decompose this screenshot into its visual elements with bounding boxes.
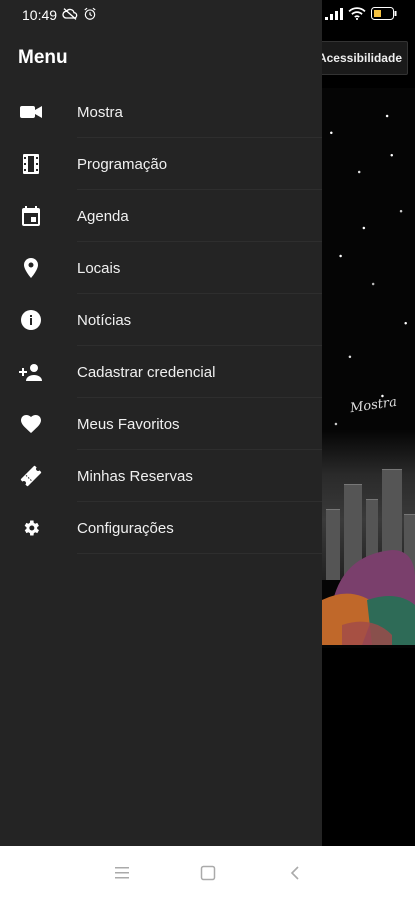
menu-item-meus-favoritos[interactable]: Meus Favoritos: [0, 398, 322, 450]
battery-icon: [371, 7, 397, 23]
back-chevron-icon[interactable]: [283, 861, 307, 885]
divider: [77, 553, 322, 554]
menu-item-label: Meus Favoritos: [77, 415, 180, 433]
menu-item-mostra[interactable]: Mostra: [0, 86, 322, 138]
menu-item-noticias[interactable]: Notícias: [0, 294, 322, 346]
heart-icon: [19, 412, 43, 436]
system-navigation-bar: [0, 846, 415, 900]
home-square-icon[interactable]: [196, 861, 220, 885]
menu-item-configuracoes[interactable]: Configurações: [0, 502, 322, 554]
status-bar: 10:49: [0, 0, 415, 30]
alarm-icon: [83, 7, 97, 24]
ticket-icon: [19, 464, 43, 488]
menu-item-label: Cadastrar credencial: [77, 363, 216, 381]
menu-list: Mostra Programação Agenda Locais Notícia…: [0, 86, 322, 554]
signal-icon: [325, 7, 343, 23]
menu-item-cadastrar-credencial[interactable]: Cadastrar credencial: [0, 346, 322, 398]
menu-item-programacao[interactable]: Programação: [0, 138, 322, 190]
film-strip-icon: [19, 152, 43, 176]
location-pin-icon: [19, 256, 43, 280]
videocam-icon: [19, 100, 43, 124]
person-add-icon: [19, 360, 43, 384]
colorful-graphic: [322, 550, 415, 645]
menu-item-label: Minhas Reservas: [77, 467, 193, 485]
info-icon: [19, 308, 43, 332]
menu-item-agenda[interactable]: Agenda: [0, 190, 322, 242]
menu-item-label: Configurações: [77, 519, 174, 537]
menu-item-label: Programação: [77, 155, 168, 173]
cloud-off-icon: [62, 7, 78, 24]
clock: 10:49: [22, 7, 58, 23]
menu-item-label: Agenda: [77, 207, 129, 225]
accessibility-button[interactable]: Acessibilidade: [316, 41, 408, 75]
gear-icon: [19, 516, 43, 540]
menu-item-label: Notícias: [77, 311, 132, 329]
calendar-icon: [19, 204, 43, 228]
menu-item-minhas-reservas[interactable]: Minhas Reservas: [0, 450, 322, 502]
navigation-drawer: Menu Mostra Programação Agenda Locais No…: [0, 0, 322, 846]
menu-icon[interactable]: [110, 861, 134, 885]
menu-item-locais[interactable]: Locais: [0, 242, 322, 294]
menu-item-label: Locais: [77, 259, 121, 277]
wifi-icon: [348, 7, 366, 23]
menu-item-label: Mostra: [77, 103, 123, 121]
menu-title: Menu: [18, 47, 68, 68]
